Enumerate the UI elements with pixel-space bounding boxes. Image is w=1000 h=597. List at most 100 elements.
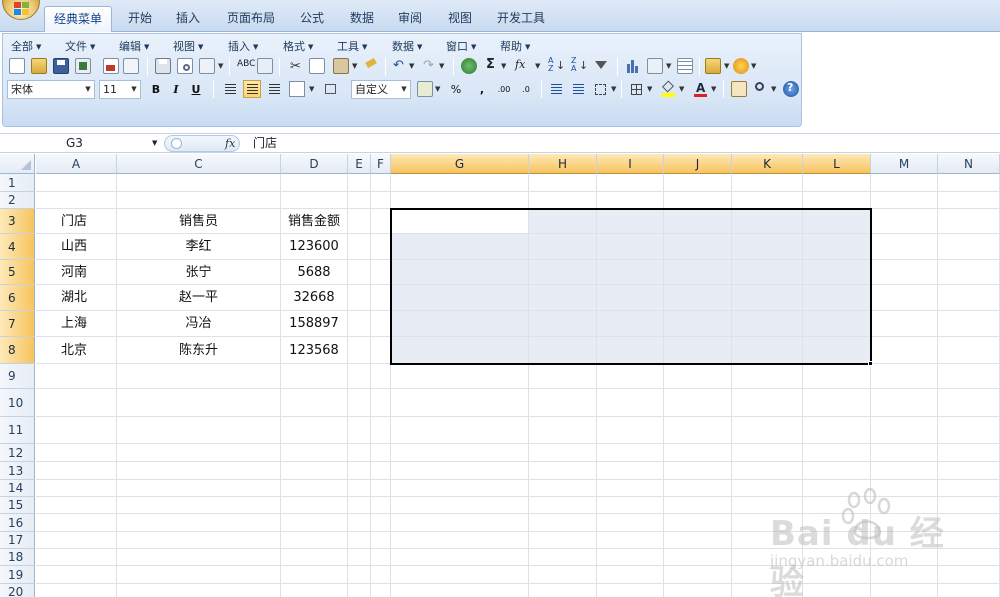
tab-formulas[interactable]: 公式 xyxy=(292,6,332,32)
zoom-icon[interactable] xyxy=(753,81,769,97)
merge-dropdown-icon[interactable]: ▼ xyxy=(309,85,314,93)
table-cell[interactable]: 赵一平 xyxy=(117,285,280,311)
tab-classic-menu[interactable]: 经典菜单 xyxy=(44,6,112,32)
row-header-11[interactable]: 11 xyxy=(0,417,35,444)
merge-center-button[interactable] xyxy=(289,81,305,97)
email-icon[interactable] xyxy=(103,58,119,74)
column-header-l[interactable]: L xyxy=(803,154,871,174)
increase-decimal-button[interactable]: .00 xyxy=(495,80,513,98)
tab-page-layout[interactable]: 页面布局 xyxy=(220,6,282,32)
table-cell[interactable]: 陈东升 xyxy=(117,337,280,364)
menu-help[interactable]: 帮助 ▼ xyxy=(500,38,530,54)
row-header-10[interactable]: 10 xyxy=(0,389,35,417)
header-cell[interactable]: 销售员 xyxy=(117,209,280,234)
column-header-h[interactable]: H xyxy=(529,154,597,174)
folder-dropdown-icon[interactable]: ▼ xyxy=(724,62,729,70)
menu-file[interactable]: 文件 ▼ xyxy=(65,38,95,54)
tab-developer[interactable]: 开发工具 xyxy=(490,6,552,32)
percent-button[interactable]: % xyxy=(447,80,465,98)
open-folder-icon[interactable] xyxy=(31,58,47,74)
function-dropdown-icon[interactable]: ▼ xyxy=(535,62,540,70)
table-cell[interactable]: 李红 xyxy=(117,234,280,260)
align-left-button[interactable] xyxy=(221,80,239,98)
font-name-dropdown-icon[interactable]: ▼ xyxy=(82,81,94,98)
office-button[interactable] xyxy=(2,0,40,20)
borders-format-button[interactable] xyxy=(591,80,609,98)
insert-function-button[interactable]: fx xyxy=(225,136,235,151)
insert-function-icon[interactable]: fx xyxy=(513,58,535,74)
menu-view[interactable]: 视图 ▼ xyxy=(173,38,203,54)
drawing-icon[interactable] xyxy=(647,58,663,74)
sort-descending-icon[interactable]: Z A ↓ xyxy=(570,57,588,74)
borders-dropdown-icon[interactable]: ▼ xyxy=(647,85,652,93)
row-header-6[interactable]: 6 xyxy=(0,285,35,311)
currency-icon[interactable] xyxy=(417,81,433,97)
row-header-17[interactable]: 17 xyxy=(0,532,35,549)
menu-edit[interactable]: 编辑 ▼ xyxy=(119,38,149,54)
formula-expand-icon[interactable] xyxy=(171,138,182,149)
row-header-5[interactable]: 5 xyxy=(0,260,35,285)
zoom-dropdown-icon[interactable]: ▼ xyxy=(771,85,776,93)
tab-home[interactable]: 开始 xyxy=(120,6,160,32)
column-header-a[interactable]: A xyxy=(36,154,117,174)
pdf-icon[interactable] xyxy=(123,58,139,74)
table-cell[interactable]: 北京 xyxy=(36,337,116,364)
table-cell[interactable]: 湖北 xyxy=(36,285,116,311)
comma-button[interactable]: , xyxy=(473,80,491,98)
table-cell[interactable]: 5688 xyxy=(281,260,347,285)
header-cell[interactable]: 门店 xyxy=(36,209,116,234)
row-header-3[interactable]: 3 xyxy=(0,209,35,234)
undo-dropdown-icon[interactable]: ▼ xyxy=(409,62,414,70)
clipboard-icon[interactable] xyxy=(731,81,747,97)
formula-input[interactable]: 门店 xyxy=(253,134,277,153)
table-cell[interactable]: 冯冶 xyxy=(117,311,280,337)
row-header-8[interactable]: 8 xyxy=(0,337,35,364)
decrease-indent-button[interactable] xyxy=(547,80,565,98)
tab-insert[interactable]: 插入 xyxy=(168,6,208,32)
table-cell[interactable]: 张宁 xyxy=(117,260,280,285)
name-box-dropdown-icon[interactable]: ▼ xyxy=(152,134,157,153)
row-header-12[interactable]: 12 xyxy=(0,444,35,462)
filter-icon[interactable] xyxy=(593,58,609,74)
sort-ascending-icon[interactable]: A Z ↓ xyxy=(547,57,565,74)
tab-data[interactable]: 数据 xyxy=(342,6,382,32)
table-cell[interactable]: 上海 xyxy=(36,311,116,337)
borders-format-dropdown-icon[interactable]: ▼ xyxy=(611,85,616,93)
table-cell[interactable]: 32668 xyxy=(281,285,347,311)
research-book-icon[interactable] xyxy=(257,58,273,74)
copy-icon[interactable] xyxy=(309,58,325,74)
row-header-7[interactable]: 7 xyxy=(0,311,35,337)
row-header-13[interactable]: 13 xyxy=(0,462,35,480)
redo-icon[interactable]: ↷ xyxy=(421,58,437,74)
menu-all[interactable]: 全部 ▼ xyxy=(11,38,41,54)
fill-handle[interactable] xyxy=(868,361,873,366)
row-header-19[interactable]: 19 xyxy=(0,566,35,584)
row-header-14[interactable]: 14 xyxy=(0,480,35,497)
column-header-k[interactable]: K xyxy=(732,154,803,174)
spelling-icon[interactable]: ABC xyxy=(235,58,255,74)
tab-view[interactable]: 视图 xyxy=(440,6,480,32)
number-format-combo[interactable]: 自定义 ▼ xyxy=(351,80,411,99)
folder-options-icon[interactable] xyxy=(705,58,721,74)
menu-format[interactable]: 格式 ▼ xyxy=(283,38,313,54)
table-cell[interactable]: 河南 xyxy=(36,260,116,285)
column-header-c[interactable]: C xyxy=(117,154,281,174)
decrease-decimal-button[interactable]: .0 xyxy=(517,80,535,98)
hyperlink-icon[interactable] xyxy=(461,58,477,74)
font-size-dropdown-icon[interactable]: ▼ xyxy=(128,81,140,98)
research-dropdown-icon[interactable]: ▼ xyxy=(218,62,223,70)
help-icon[interactable]: ? xyxy=(783,81,799,97)
align-right-button[interactable] xyxy=(265,80,283,98)
chart-wizard-icon[interactable] xyxy=(625,58,641,74)
column-header-j[interactable]: J xyxy=(664,154,732,174)
wrap-text-button[interactable] xyxy=(321,80,339,98)
increase-indent-button[interactable] xyxy=(569,80,587,98)
autosum-icon[interactable]: Σ xyxy=(483,57,499,74)
name-box[interactable]: G3 ▼ xyxy=(0,134,162,153)
table-icon[interactable] xyxy=(677,58,693,74)
drawing-dropdown-icon[interactable]: ▼ xyxy=(666,62,671,70)
cut-icon[interactable]: ✂ xyxy=(287,58,303,74)
menu-window[interactable]: 窗口 ▼ xyxy=(446,38,476,54)
row-header-18[interactable]: 18 xyxy=(0,549,35,566)
research-icon[interactable] xyxy=(199,58,215,74)
